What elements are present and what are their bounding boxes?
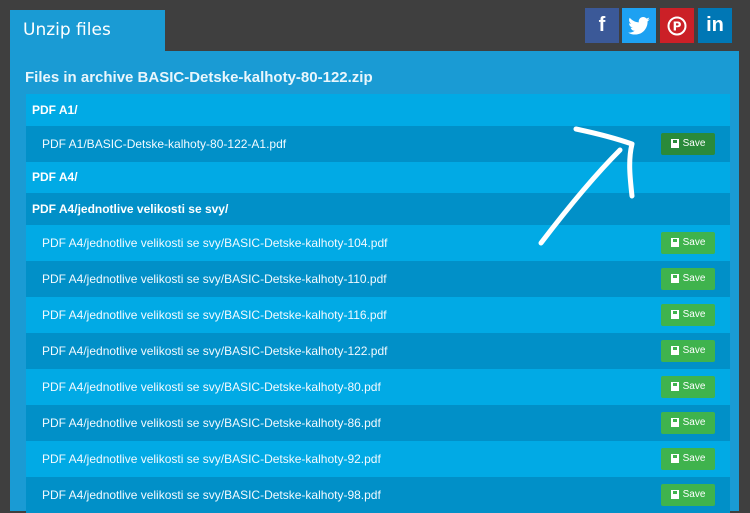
file-list: PDF A1/PDF A1/BASIC-Detske-kalhoty-80-12…	[26, 94, 730, 513]
file-row: PDF A4/jednotlive velikosti se svy/BASIC…	[26, 224, 730, 261]
file-row: PDF A4/jednotlive velikosti se svy/BASIC…	[26, 260, 730, 297]
folder-label: PDF A4/	[32, 170, 78, 185]
save-label: Save	[682, 345, 706, 356]
archive-panel: Files in archive BASIC-Detske-kalhoty-80…	[10, 51, 739, 513]
file-row: PDF A1/BASIC-Detske-kalhoty-80-122-A1.pd…	[26, 125, 730, 162]
file-label: PDF A4/jednotlive velikosti se svy/BASIC…	[42, 307, 387, 322]
file-label: PDF A4/jednotlive velikosti se svy/BASIC…	[42, 343, 388, 358]
linkedin-share-button[interactable]: in	[698, 8, 732, 43]
save-label: Save	[682, 237, 706, 248]
folder-row: PDF A4/	[26, 161, 730, 193]
save-label: Save	[682, 381, 706, 392]
file-row: PDF A4/jednotlive velikosti se svy/BASIC…	[26, 368, 730, 405]
save-button[interactable]: Save	[661, 375, 715, 398]
twitter-icon	[628, 16, 650, 35]
twitter-share-button[interactable]	[622, 8, 656, 43]
unzip-files-tab[interactable]: Unzip files online	[10, 10, 165, 81]
floppy-disk-icon	[670, 238, 679, 247]
file-row: PDF A4/jednotlive velikosti se svy/BASIC…	[26, 476, 730, 513]
floppy-disk-icon	[670, 418, 679, 427]
save-button[interactable]: Save	[661, 447, 715, 470]
floppy-disk-icon	[670, 274, 679, 283]
file-label: PDF A4/jednotlive velikosti se svy/BASIC…	[42, 451, 381, 466]
file-row: PDF A4/jednotlive velikosti se svy/BASIC…	[26, 404, 730, 441]
folder-row: PDF A1/	[26, 94, 730, 126]
pinterest-icon: P	[667, 16, 687, 35]
save-label: Save	[682, 453, 706, 464]
save-label: Save	[682, 273, 706, 284]
save-button[interactable]: Save	[661, 411, 715, 434]
folder-label: PDF A4/jednotlive velikosti se svy/	[32, 201, 229, 216]
file-label: PDF A4/jednotlive velikosti se svy/BASIC…	[42, 379, 381, 394]
archive-title: Files in archive BASIC-Detske-kalhoty-80…	[25, 69, 373, 86]
save-button[interactable]: Save	[661, 132, 715, 155]
floppy-disk-icon	[670, 139, 679, 148]
save-label: Save	[682, 417, 706, 428]
file-label: PDF A1/BASIC-Detske-kalhoty-80-122-A1.pd…	[42, 136, 287, 151]
file-label: PDF A4/jednotlive velikosti se svy/BASIC…	[42, 415, 381, 430]
save-button[interactable]: Save	[661, 267, 715, 290]
svg-text:P: P	[673, 19, 682, 33]
floppy-disk-icon	[670, 382, 679, 391]
folder-row: PDF A4/jednotlive velikosti se svy/	[26, 193, 730, 225]
floppy-disk-icon	[670, 310, 679, 319]
save-button[interactable]: Save	[661, 339, 715, 362]
save-label: Save	[682, 489, 706, 500]
file-label: PDF A4/jednotlive velikosti se svy/BASIC…	[42, 487, 381, 502]
file-row: PDF A4/jednotlive velikosti se svy/BASIC…	[26, 440, 730, 477]
save-button[interactable]: Save	[661, 483, 715, 506]
file-label: PDF A4/jednotlive velikosti se svy/BASIC…	[42, 271, 387, 286]
linkedin-icon: in	[706, 14, 724, 36]
floppy-disk-icon	[670, 490, 679, 499]
folder-label: PDF A1/	[32, 102, 78, 117]
floppy-disk-icon	[670, 346, 679, 355]
facebook-share-button[interactable]: f	[585, 8, 619, 43]
floppy-disk-icon	[670, 454, 679, 463]
save-label: Save	[682, 309, 706, 320]
save-button[interactable]: Save	[661, 303, 715, 326]
file-label: PDF A4/jednotlive velikosti se svy/BASIC…	[42, 235, 388, 250]
file-row: PDF A4/jednotlive velikosti se svy/BASIC…	[26, 332, 730, 369]
save-label: Save	[682, 138, 706, 149]
save-button[interactable]: Save	[661, 231, 715, 254]
file-row: PDF A4/jednotlive velikosti se svy/BASIC…	[26, 296, 730, 333]
pinterest-share-button[interactable]: P	[660, 8, 694, 43]
facebook-icon: f	[598, 14, 606, 36]
